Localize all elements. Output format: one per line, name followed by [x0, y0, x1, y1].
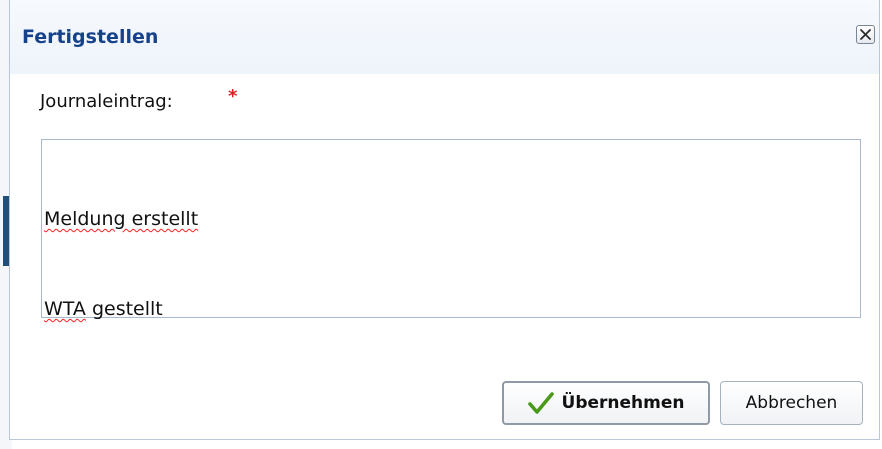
journal-line-text: Meldung erstellt	[44, 208, 199, 230]
dialog-header: Fertigstellen	[10, 0, 879, 74]
journal-textarea[interactable]: Meldung erstellt WTA gestellt	[41, 139, 861, 320]
cancel-button-label: Abbrechen	[745, 393, 838, 413]
journal-label: Journaleintrag:	[40, 91, 173, 112]
dialog-title: Fertigstellen	[22, 26, 159, 48]
journal-line-text: WTA gestellt	[44, 298, 163, 320]
journal-line: WTA gestellt	[44, 294, 858, 324]
apply-button[interactable]: Übernehmen	[502, 381, 710, 425]
cancel-button[interactable]: Abbrechen	[720, 381, 863, 425]
journal-line: Meldung erstellt	[44, 204, 858, 234]
apply-button-label: Übernehmen	[561, 393, 685, 413]
close-icon	[860, 29, 871, 40]
close-button[interactable]	[856, 25, 875, 44]
finish-dialog: Fertigstellen Journaleintrag: * Meldung …	[9, 0, 880, 440]
checkmark-icon	[527, 391, 554, 415]
required-marker: *	[228, 86, 238, 107]
journal-word: WTA	[44, 298, 86, 320]
